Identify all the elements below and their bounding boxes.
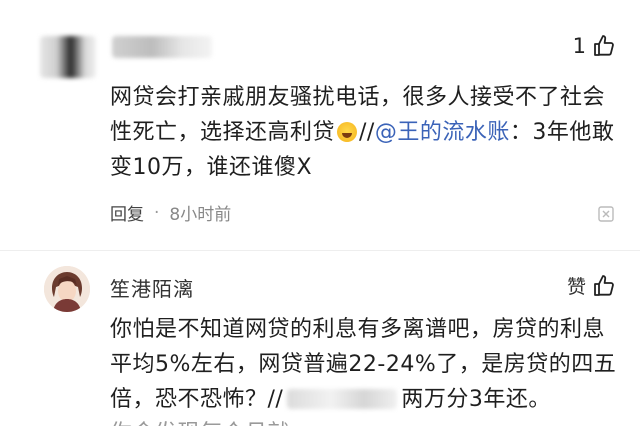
like-button[interactable]: 赞	[567, 272, 616, 299]
timestamp: 8小时前	[169, 205, 232, 225]
comment-body: 网贷会打亲戚朋友骚扰电话，很多人接受不了社会性死亡，选择还高利贷//@王的流水账…	[110, 80, 620, 185]
more-icon[interactable]	[598, 206, 614, 226]
blurred-avatar	[40, 36, 96, 78]
comment-username[interactable]: 笙港陌漓	[110, 273, 194, 302]
laughing-crying-emoji-icon	[337, 122, 358, 142]
like-button[interactable]: 1	[573, 34, 616, 58]
comment-meta: 回复 · 8小时前	[110, 200, 232, 226]
comment-separator: //	[359, 120, 375, 145]
reply-button[interactable]: 回复	[110, 200, 144, 225]
blurred-mention	[287, 389, 398, 409]
quoted-text: 两万分3年还。	[401, 387, 551, 412]
blurred-username	[112, 36, 212, 58]
like-count: 1	[572, 34, 586, 58]
comment-body: 你怕是不知道网贷的利息有多离谱吧，房贷的利息平均5%左右，网贷普遍22-24%了…	[110, 312, 620, 417]
thumbs-up-icon	[592, 274, 616, 298]
thumbs-up-icon	[592, 34, 616, 58]
avatar[interactable]	[44, 266, 90, 312]
user-mention-link[interactable]: @王的流水账	[375, 120, 510, 145]
comment-continuation: 你会发现每个月就	[110, 415, 510, 426]
divider	[0, 250, 640, 251]
like-label: 赞	[566, 276, 586, 298]
comment-thread: 1 网贷会打亲戚朋友骚扰电话，很多人接受不了社会性死亡，选择还高利贷//@王的流…	[0, 0, 640, 426]
meta-separator: ·	[154, 202, 160, 223]
